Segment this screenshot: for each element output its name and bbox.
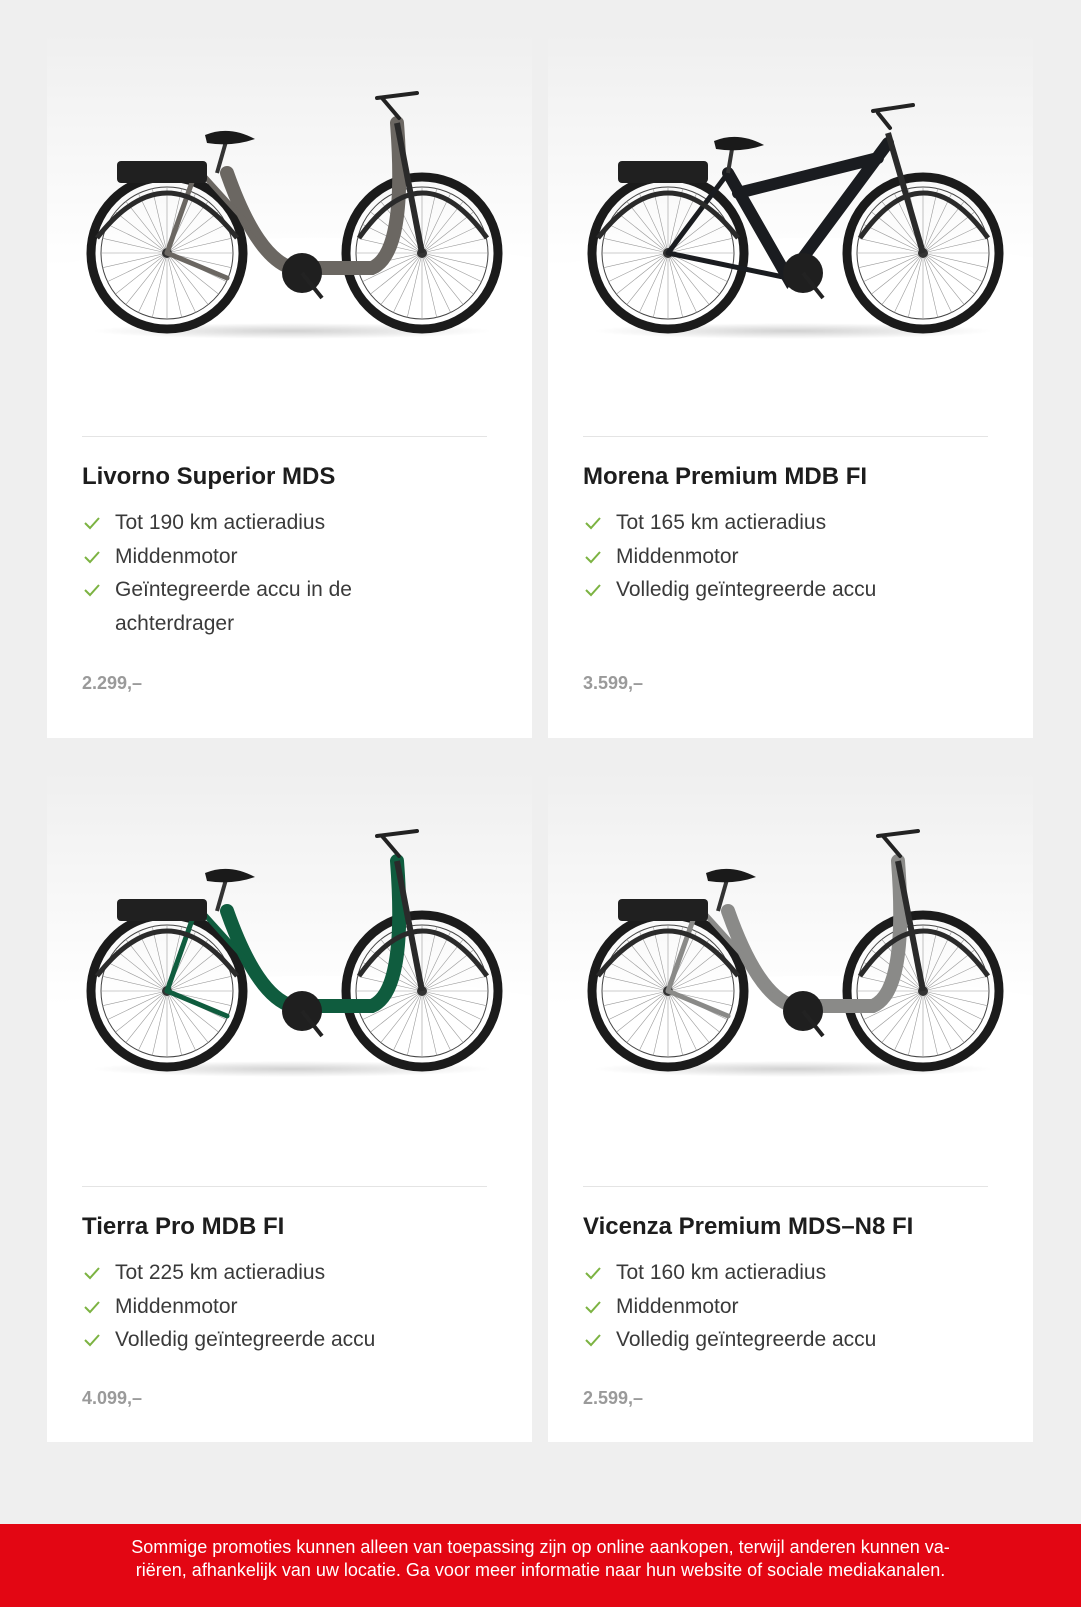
product-title[interactable]: Vicenza Premium MDS–N8 FI — [583, 1213, 913, 1241]
product-title[interactable]: Tierra Pro MDB FI — [82, 1213, 284, 1241]
divider — [82, 436, 487, 437]
check-icon — [84, 517, 100, 530]
feature-list: Tot 160 km actieradius Middenmotor Volle… — [583, 1256, 1003, 1357]
product-card[interactable]: Vicenza Premium MDS–N8 FI Tot 160 km act… — [548, 771, 1033, 1442]
check-icon — [84, 1267, 100, 1280]
feature-item: Middenmotor — [82, 1290, 502, 1324]
feature-text: Middenmotor — [115, 544, 238, 568]
feature-list: Tot 190 km actieradius Middenmotor Geïnt… — [82, 506, 502, 640]
feature-text: Volledig geïntegreerde accu — [616, 578, 877, 601]
divider — [583, 436, 988, 437]
e-bike-image — [587, 103, 1004, 339]
check-icon — [84, 550, 100, 563]
disclaimer-line: riëren, afhankelijk van uw locatie. Ga v… — [135, 1560, 946, 1580]
feature-list: Tot 225 km actieradius Middenmotor Volle… — [82, 1256, 502, 1357]
feature-text: Geïntegreerde accu in de achterdrager — [115, 578, 352, 635]
e-bike-image — [587, 829, 1004, 1077]
product-title[interactable]: Livorno Superior MDS — [82, 463, 335, 491]
feature-item: Tot 165 km actieradius — [583, 506, 1003, 540]
check-icon — [84, 1300, 100, 1313]
check-icon — [585, 517, 601, 530]
feature-text: Middenmotor — [616, 1294, 739, 1318]
feature-item: Volledig geïntegreerde accu — [583, 573, 1003, 607]
product-card[interactable]: Livorno Superior MDS Tot 190 km actierad… — [47, 33, 532, 738]
check-icon — [84, 584, 100, 597]
product-card[interactable]: Morena Premium MDB FI Tot 165 km actiera… — [548, 33, 1033, 738]
feature-item: Middenmotor — [82, 540, 502, 574]
check-icon — [585, 1267, 601, 1280]
feature-text: Tot 190 km actieradius — [115, 511, 326, 534]
e-bike-image — [86, 91, 503, 339]
feature-item: Middenmotor — [583, 540, 1003, 574]
feature-list: Tot 165 km actieradius Middenmotor Volle… — [583, 506, 1003, 607]
feature-item: Volledig geïntegreerde accu — [82, 1323, 502, 1357]
disclaimer-banner: Sommige promoties kunnen alleen van toep… — [0, 1524, 1081, 1607]
feature-text: Tot 225 km actieradius — [115, 1261, 326, 1284]
disclaimer-line: Sommige promoties kunnen alleen van toep… — [131, 1537, 950, 1557]
product-image[interactable] — [548, 771, 1033, 1101]
divider — [583, 1186, 988, 1187]
feature-item: Middenmotor — [583, 1290, 1003, 1324]
check-icon — [585, 550, 601, 563]
product-price: 4.099,– — [82, 1388, 143, 1408]
feature-text: Middenmotor — [115, 1294, 238, 1318]
feature-text: Volledig geïntegreerde accu — [115, 1328, 376, 1351]
product-image[interactable] — [47, 771, 532, 1101]
check-icon — [585, 1300, 601, 1313]
feature-item: Geïntegreerde accu in de achterdrager — [82, 573, 375, 640]
feature-item: Tot 190 km actieradius — [82, 506, 502, 540]
divider — [82, 1186, 487, 1187]
e-bike-image — [86, 829, 503, 1077]
feature-text: Volledig geïntegreerde accu — [616, 1328, 877, 1351]
product-card[interactable]: Tierra Pro MDB FI Tot 225 km actieradius… — [47, 771, 532, 1442]
product-image[interactable] — [47, 33, 532, 363]
check-icon — [585, 584, 601, 597]
feature-text: Middenmotor — [616, 544, 739, 568]
product-title[interactable]: Morena Premium MDB FI — [583, 463, 867, 491]
feature-item: Tot 225 km actieradius — [82, 1256, 502, 1290]
check-icon — [585, 1334, 601, 1347]
feature-text: Tot 165 km actieradius — [616, 511, 827, 534]
check-icon — [84, 1334, 100, 1347]
product-image[interactable] — [548, 33, 1033, 363]
feature-item: Volledig geïntegreerde accu — [583, 1323, 1003, 1357]
product-price: 2.599,– — [583, 1388, 644, 1408]
product-price: 3.599,– — [583, 673, 644, 693]
feature-item: Tot 160 km actieradius — [583, 1256, 1003, 1290]
product-price: 2.299,– — [82, 673, 143, 693]
feature-text: Tot 160 km actieradius — [616, 1261, 827, 1284]
